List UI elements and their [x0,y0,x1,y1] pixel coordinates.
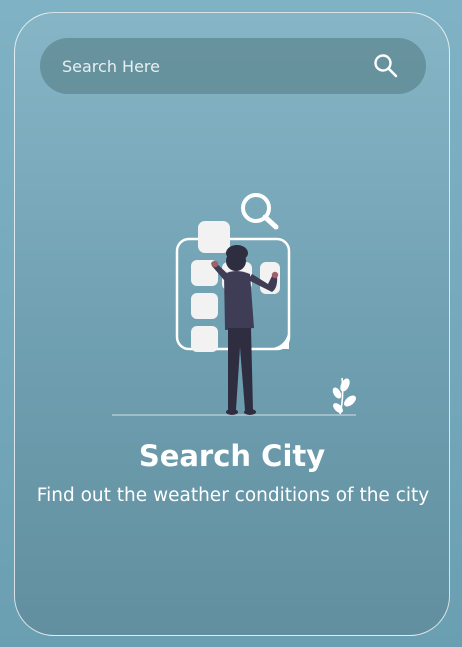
app-page: Search City Find out the weather conditi… [0,0,462,647]
page-title: Search City [138,439,326,473]
plant-decoration [332,377,356,415]
weather-card: Search City Find out the weather conditi… [14,12,450,636]
search-icon[interactable] [372,52,400,80]
search-input[interactable] [62,38,352,94]
search-bar[interactable] [40,38,426,94]
page-subtitle: Find out the weather conditions of the c… [36,485,430,506]
person-searching-illustration [112,193,356,416]
magnifier-icon [241,193,279,230]
search-button[interactable] [372,52,400,80]
